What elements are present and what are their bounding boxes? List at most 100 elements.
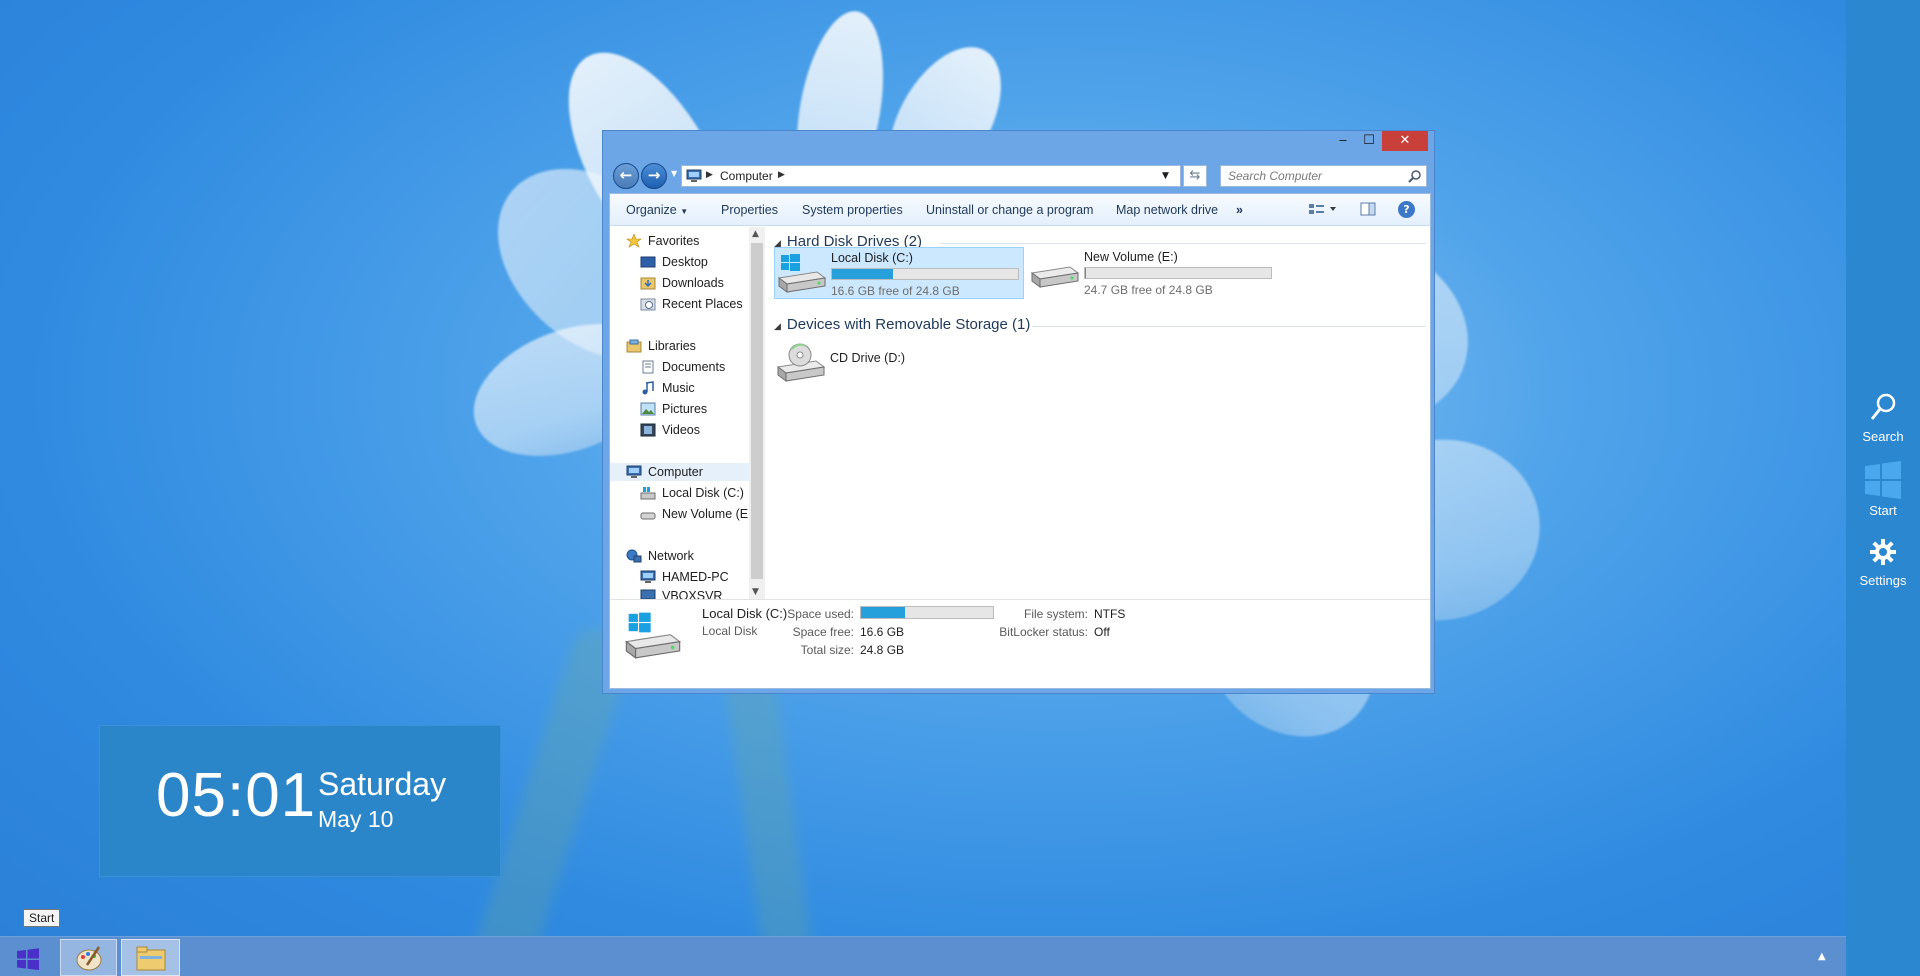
collapse-triangle-icon[interactable]: ◢	[774, 321, 781, 331]
arrow-right-icon: →	[647, 166, 661, 184]
nav-item-music[interactable]: Music	[640, 379, 695, 397]
close-button[interactable]: ✕	[1382, 131, 1428, 151]
arrow-left-icon: ←	[619, 166, 633, 184]
system-properties-button[interactable]: System properties	[802, 203, 903, 217]
drive-usage-fill	[832, 269, 894, 279]
drive-free-space: 16.6 GB free of 24.8 GB	[831, 284, 960, 298]
drive-usage-bar	[831, 268, 1019, 280]
search-icon[interactable]	[1408, 169, 1422, 183]
documents-icon	[642, 360, 654, 374]
preview-pane-button[interactable]	[1360, 202, 1376, 219]
windows-drive-icon	[624, 612, 682, 660]
nav-item-hamed-pc[interactable]: HAMED-PC	[640, 568, 729, 586]
group-divider	[1032, 326, 1426, 327]
recent-locations-button[interactable]: ▼	[671, 169, 677, 178]
nav-item-documents[interactable]: Documents	[640, 358, 725, 376]
gear-icon	[1870, 539, 1896, 565]
nav-network[interactable]: Network	[626, 547, 694, 565]
nav-network-label: Network	[648, 549, 694, 563]
breadcrumb-separator-icon[interactable]: ▶	[706, 170, 713, 180]
computer-icon	[640, 570, 656, 583]
address-dropdown-icon[interactable]: ▼	[1162, 171, 1169, 181]
windows-logo-icon	[17, 948, 39, 970]
details-usage-bar	[860, 606, 994, 619]
taskbar-paint-button[interactable]	[60, 939, 117, 976]
drive-tile-cd-drive-d[interactable]: CD Drive (D:)	[774, 337, 924, 389]
hard-drive-icon	[640, 512, 656, 520]
drive-tile-local-disk-c[interactable]: Local Disk (C:) 16.6 GB free of 24.8 GB	[774, 247, 1024, 299]
charm-start[interactable]: Start	[1846, 460, 1920, 518]
music-icon	[642, 381, 654, 395]
clock-day: Saturday	[318, 766, 447, 802]
paint-palette-icon	[76, 946, 102, 971]
back-button[interactable]: ←	[613, 163, 639, 189]
details-pane: Local Disk (C:) Local Disk Space used: S…	[610, 599, 1430, 688]
bitlocker-value: Off	[1094, 625, 1110, 639]
refresh-icon: ⇆	[1189, 168, 1201, 183]
nav-item-vboxsvr[interactable]: VBOXSVR	[640, 589, 722, 599]
nav-item-label: Recent Places	[662, 297, 743, 311]
organize-button[interactable]: Organize ▼	[626, 203, 688, 217]
forward-button[interactable]: →	[641, 163, 667, 189]
drive-usage-fill	[1085, 268, 1086, 278]
change-view-button[interactable]	[1308, 202, 1338, 219]
nav-computer[interactable]: Computer	[610, 463, 750, 481]
start-button[interactable]	[4, 939, 54, 976]
nav-item-local-disk-c[interactable]: Local Disk (C:)	[640, 484, 744, 502]
group-header-removable-storage[interactable]: ◢ Devices with Removable Storage (1)	[774, 316, 1030, 333]
scroll-up-arrow-icon[interactable]: ▲	[752, 229, 759, 239]
nav-libraries[interactable]: Libraries	[626, 337, 696, 355]
map-network-drive-button[interactable]: Map network drive	[1116, 203, 1218, 217]
nav-item-desktop[interactable]: Desktop	[640, 253, 708, 271]
drive-free-space: 24.7 GB free of 24.8 GB	[1084, 283, 1213, 297]
refresh-button[interactable]: ⇆	[1183, 165, 1207, 187]
charm-settings[interactable]: Settings	[1846, 538, 1920, 588]
hard-drive-icon	[640, 487, 656, 500]
start-tooltip: Start	[23, 909, 61, 927]
uninstall-program-button[interactable]: Uninstall or change a program	[926, 203, 1093, 217]
file-system-value: NTFS	[1094, 607, 1126, 621]
charm-search[interactable]: Search	[1846, 392, 1920, 444]
clock-gadget[interactable]: 05:01 Saturday May 10	[100, 726, 500, 876]
preview-pane-icon	[1360, 202, 1376, 216]
drive-name: New Volume (E:)	[1084, 250, 1178, 264]
clock-time: 05:01	[156, 761, 317, 830]
properties-button[interactable]: Properties	[721, 203, 778, 217]
nav-item-label: Downloads	[662, 276, 724, 290]
nav-pane-scrollbar[interactable]: ▲ ▼	[749, 227, 765, 599]
computer-icon	[626, 465, 642, 478]
nav-item-label: Local Disk (C:)	[662, 486, 744, 500]
scroll-down-arrow-icon[interactable]: ▼	[752, 587, 759, 597]
nav-item-label: Videos	[662, 423, 700, 437]
content-pane: ◢ Hard Disk Drives (2) Local Disk (C:) 16…	[770, 227, 1430, 599]
show-hidden-icons-button[interactable]: ▲	[1818, 951, 1826, 962]
breadcrumb-separator-icon[interactable]: ▶	[778, 170, 785, 180]
address-bar[interactable]: ▶ Computer ▶ ▼	[681, 165, 1181, 187]
folder-icon	[136, 946, 166, 971]
details-usage-fill	[861, 607, 905, 618]
search-box[interactable]: Search Computer	[1220, 165, 1427, 187]
nav-computer-label: Computer	[648, 465, 703, 479]
breadcrumb-computer[interactable]: Computer	[720, 169, 773, 183]
minimize-button[interactable]: ‒	[1330, 131, 1356, 151]
space-used-label: Space used:	[787, 607, 854, 621]
taskbar-explorer-button[interactable]	[121, 939, 180, 976]
nav-libraries-label: Libraries	[648, 339, 696, 353]
view-icon	[1309, 204, 1336, 214]
search-input[interactable]: Search Computer	[1228, 169, 1322, 183]
more-commands-button[interactable]: »	[1236, 203, 1243, 217]
scrollbar-thumb[interactable]	[751, 243, 763, 579]
nav-favorites[interactable]: Favorites	[626, 232, 699, 250]
help-button[interactable]: ?	[1398, 201, 1415, 218]
nav-item-label: HAMED-PC	[662, 570, 729, 584]
drive-tile-new-volume-e[interactable]: New Volume (E:) 24.7 GB free of 24.8 GB	[1028, 247, 1280, 299]
nav-item-recent-places[interactable]: Recent Places	[640, 295, 743, 313]
nav-item-pictures[interactable]: Pictures	[640, 400, 707, 418]
nav-item-videos[interactable]: Videos	[640, 421, 700, 439]
windows-logo-icon	[1865, 461, 1901, 499]
nav-item-downloads[interactable]: Downloads	[640, 274, 724, 292]
maximize-button[interactable]: ☐	[1356, 131, 1382, 151]
chevron-down-icon: ▼	[680, 207, 689, 216]
explorer-client-area: Organize ▼ Properties System properties …	[609, 193, 1431, 689]
nav-item-new-volume-e[interactable]: New Volume (E:)	[640, 505, 756, 523]
